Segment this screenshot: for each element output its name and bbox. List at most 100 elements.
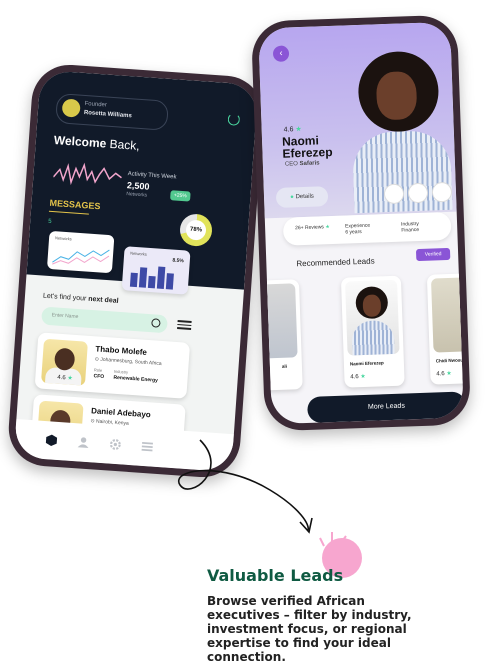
star-icon: ★ <box>295 126 302 134</box>
bar <box>129 272 138 288</box>
line-chart <box>52 249 110 265</box>
left-phone-screen: Founder Rosetta Williams Welcome Back, A… <box>13 69 259 473</box>
sparkle-icon <box>319 532 347 547</box>
stat-reviews: 26+ Reviews ★ <box>295 224 330 231</box>
activity-sub: Networks <box>126 191 148 199</box>
phone-icon[interactable] <box>383 183 405 205</box>
stat-industry: Industry Finance <box>401 221 419 234</box>
bar-chart <box>129 263 175 290</box>
stat-label: 26+ Reviews <box>295 224 324 232</box>
lead-role-label: Role <box>93 367 103 373</box>
lead-industry-label: Industry <box>113 368 129 375</box>
recommended-card[interactable]: Naomi Eferezep 4.6 ★ <box>340 275 405 388</box>
more-leads-button[interactable]: More Leads <box>307 391 464 423</box>
feature-description: Browse verified African executives – fil… <box>207 594 412 664</box>
lead-role: CFO <box>93 373 105 381</box>
welcome-heading: Welcome Back, <box>53 133 140 153</box>
recommended-card[interactable]: Chidi Nwosu 4.6 ★ <box>426 272 464 385</box>
photo-face <box>375 70 418 121</box>
profile-role: Founder <box>84 101 108 109</box>
menu-icon[interactable] <box>140 440 154 454</box>
welcome-rest: Back, <box>109 136 141 153</box>
activity-badge: +25% <box>170 190 191 202</box>
lead-rating: 4.6 ★ <box>57 374 73 382</box>
networks-line-card[interactable]: Networks <box>46 230 115 274</box>
recommended-title: Recommended Leads <box>296 256 375 269</box>
messages-label[interactable]: MESSAGES <box>49 198 101 212</box>
right-phone-mockup: ‹ 4.6 ★ Naomi Eferezep CEO Safaris ● Deta… <box>250 14 472 432</box>
lead-rating-value: 4.6 <box>57 374 66 382</box>
left-phone-mockup: Founder Rosetta Williams Welcome Back, A… <box>6 62 266 480</box>
user-icon[interactable] <box>76 435 90 449</box>
lead-location-text: Johannesburg, South Africa <box>100 356 162 368</box>
bar <box>138 267 148 288</box>
rec-rating-value: 4.6 <box>436 371 445 378</box>
profile-role: CEO Safaris <box>285 160 320 167</box>
profile-stats: 26+ Reviews ★ Experience 6 years Industry… <box>282 211 452 246</box>
find-deal-bold: next deal <box>87 295 119 305</box>
filter-icon[interactable] <box>177 318 192 331</box>
chat-icon[interactable] <box>431 181 453 203</box>
activity-sparkline <box>52 162 122 186</box>
rec-name: ali <box>281 363 288 369</box>
search-icon[interactable] <box>151 318 161 328</box>
star-icon: ★ <box>325 224 330 231</box>
search-placeholder: Enter Name <box>51 312 79 321</box>
box-icon[interactable] <box>45 433 59 447</box>
dot-icon: ● <box>290 194 294 201</box>
activity-value: 2,500 <box>126 180 150 192</box>
feature-headline: Valuable Leads <box>207 566 344 585</box>
tab-details-label: Details <box>295 193 314 201</box>
networks-bar-card[interactable]: Networks 8.5% <box>121 246 191 295</box>
bar <box>165 273 174 290</box>
profile-name: Rosetta Williams <box>83 109 132 120</box>
rec-rating-value: 4.6 <box>350 374 359 381</box>
right-phone-screen: ‹ 4.6 ★ Naomi Eferezep CEO Safaris ● Deta… <box>258 21 464 425</box>
recommended-card[interactable]: ali <box>258 279 303 392</box>
rec-name: Chidi Nwosu <box>435 357 464 364</box>
lead-name: Daniel Adebayo <box>90 406 152 420</box>
profile-name: Naomi Eferezep <box>282 133 333 161</box>
tab-details[interactable]: ● Details <box>275 186 329 208</box>
rec-photo <box>430 276 464 353</box>
bar <box>147 275 156 289</box>
profile-pill[interactable]: Founder Rosetta Williams <box>55 93 169 131</box>
star-icon: ★ <box>446 370 452 378</box>
lead-card[interactable]: Thabo Molefe ⊙ Johannesburg, South Afric… <box>34 332 191 399</box>
profile-last-name: Eferezep <box>282 144 333 161</box>
star-icon: ★ <box>67 375 73 382</box>
profile-rating: 4.6 ★ <box>284 125 302 134</box>
rec-rating: 4.6 ★ <box>350 373 366 381</box>
find-deal-heading: Let's find your next deal <box>43 293 119 305</box>
stat-experience: Experience 6 years <box>345 223 370 236</box>
lead-person-head <box>53 347 76 371</box>
bar <box>156 266 166 289</box>
messages-underline <box>48 210 89 215</box>
lead-name: Thabo Molefe <box>95 344 148 357</box>
profile-role-title: CEO <box>284 161 299 168</box>
rec-photo <box>345 279 400 356</box>
back-button[interactable]: ‹ <box>272 45 290 62</box>
photo-torso <box>351 319 395 356</box>
stat-sub: 6 years <box>345 228 362 236</box>
stat-sub: Finance <box>401 226 420 234</box>
messages-count: 5 <box>48 218 52 225</box>
search-input[interactable]: Enter Name <box>41 306 168 334</box>
lead-location: ⊙ Johannesburg, South Africa <box>94 356 162 368</box>
profile-rating-value: 4.6 <box>283 126 294 134</box>
welcome-bold: Welcome <box>53 132 107 151</box>
refresh-icon[interactable] <box>227 113 241 126</box>
find-deal-text: Let's find your <box>42 292 87 303</box>
avatar <box>61 98 81 118</box>
photo-face <box>362 294 382 317</box>
rec-name: Naomi Eferezep <box>349 360 384 367</box>
rec-rating: 4.6 ★ <box>436 370 452 378</box>
activity-label: Activity This Week <box>127 171 177 181</box>
card-title: Networks <box>130 250 148 257</box>
video-icon[interactable] <box>407 182 429 204</box>
verified-badge[interactable]: Verified <box>415 247 451 262</box>
donut-label: 78% <box>185 219 207 241</box>
card-percentage: 8.5% <box>172 257 185 265</box>
gear-icon[interactable] <box>108 438 122 452</box>
lead-industry: Renewable Energy <box>113 374 159 384</box>
